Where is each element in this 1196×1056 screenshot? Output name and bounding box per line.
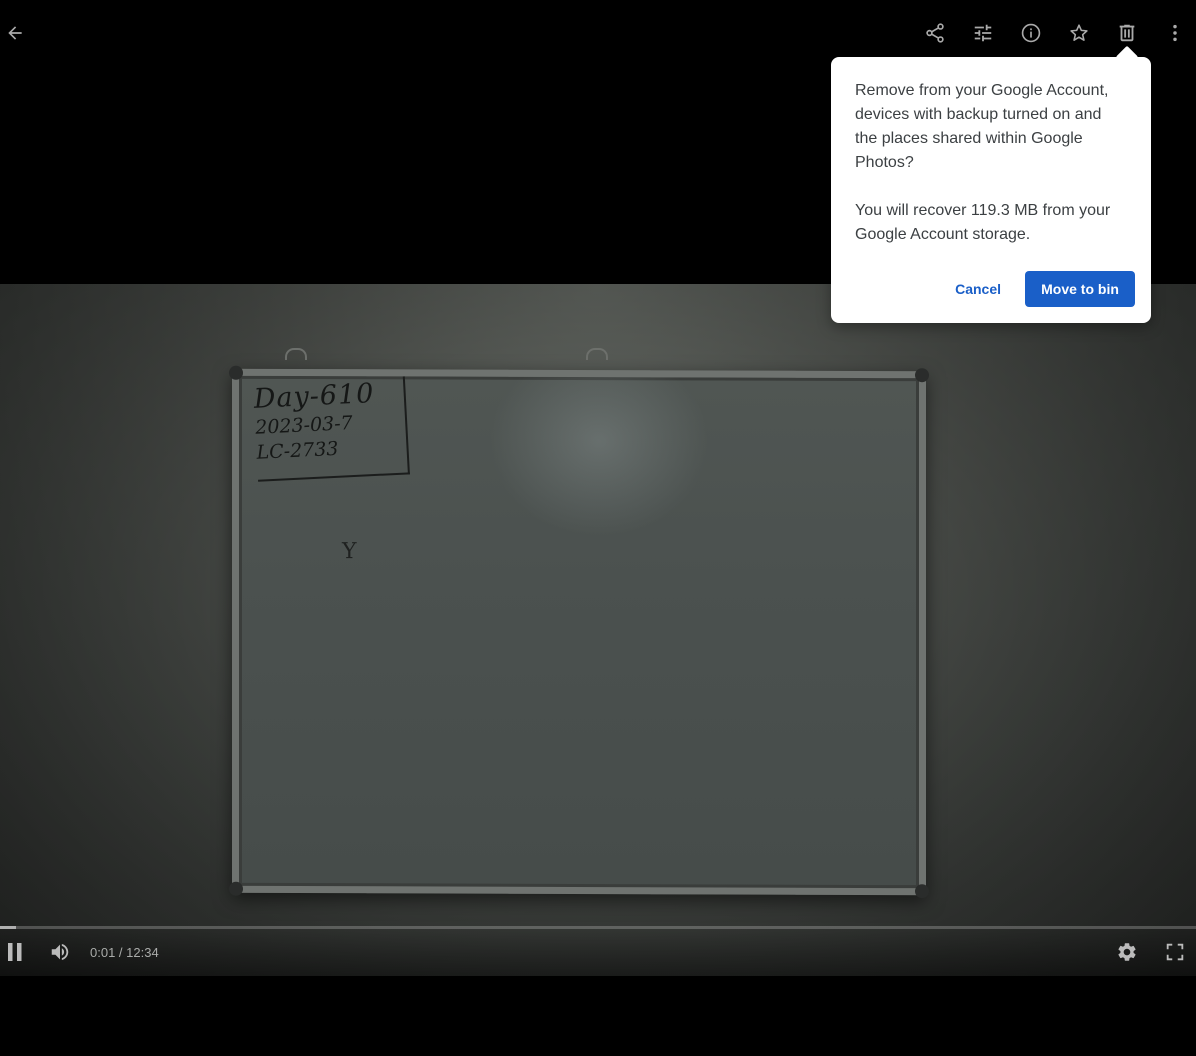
fullscreen-button[interactable]: [1155, 932, 1195, 972]
settings-button[interactable]: [1107, 932, 1147, 972]
time-display: 0:01 / 12:34: [90, 945, 159, 960]
info-button[interactable]: [1011, 13, 1051, 53]
trash-icon: [1116, 22, 1138, 44]
pause-icon: [5, 941, 25, 963]
info-icon: [1020, 22, 1042, 44]
cancel-button[interactable]: Cancel: [947, 271, 1009, 307]
whiteboard: Day-610 2023-03-7 LC-2733 Y: [229, 365, 929, 899]
share-button[interactable]: [915, 13, 955, 53]
back-arrow-icon: [5, 23, 25, 43]
move-to-bin-button[interactable]: Move to bin: [1025, 271, 1135, 307]
board-corner: [915, 884, 929, 899]
board-glare: [489, 376, 709, 538]
more-vert-icon: [1164, 22, 1186, 44]
favorite-button[interactable]: [1059, 13, 1099, 53]
edit-button[interactable]: [963, 13, 1003, 53]
board-hook-right: [586, 348, 608, 360]
more-options-button[interactable]: [1155, 13, 1195, 53]
fullscreen-icon: [1164, 941, 1186, 963]
whiteboard-note: Day-610 2023-03-7 LC-2733: [253, 376, 410, 482]
star-icon: [1068, 22, 1090, 44]
progress-fill: [0, 926, 16, 929]
dialog-storage-note: You will recover 119.3 MB from your Goog…: [855, 202, 1111, 243]
dialog-message: Remove from your Google Account, devices…: [855, 82, 1109, 171]
video-frame[interactable]: Day-610 2023-03-7 LC-2733 Y: [0, 284, 1196, 976]
dialog-actions: Cancel Move to bin: [947, 271, 1135, 307]
share-icon: [924, 22, 946, 44]
board-corner: [229, 365, 243, 380]
pause-button[interactable]: [0, 932, 35, 972]
board-corner: [915, 368, 929, 383]
whiteboard-mark: Y: [342, 539, 357, 565]
delete-confirm-dialog: Remove from your Google Account, devices…: [831, 57, 1151, 323]
photo-viewer: Day-610 2023-03-7 LC-2733 Y 0:01 / 12:34: [0, 0, 1196, 1056]
volume-icon: [49, 941, 71, 963]
edit-adjust-icon: [972, 22, 994, 44]
gear-icon: [1116, 941, 1138, 963]
progress-bar[interactable]: [0, 926, 1196, 929]
board-corner: [229, 881, 243, 896]
volume-button[interactable]: [40, 932, 80, 972]
board-hook-left: [285, 348, 307, 360]
video-controls: 0:01 / 12:34: [0, 926, 1196, 976]
back-button[interactable]: [0, 13, 35, 53]
